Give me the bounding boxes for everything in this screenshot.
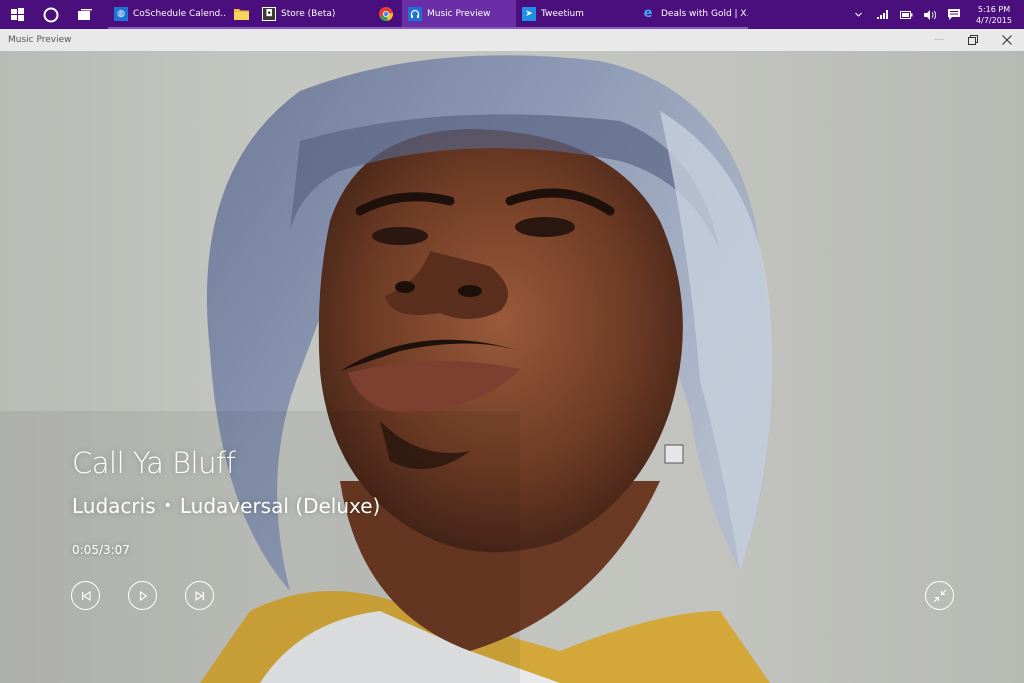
window-title: Music Preview [8,35,72,45]
clock-date: 4/7/2015 [976,15,1012,25]
taskbar: ◍ CoSchedule Calend... ◘ Store (Beta) Mu… [0,0,1024,29]
action-center-button[interactable] [942,0,966,29]
collapse-arrows-icon [933,589,946,602]
folder-icon [233,8,249,20]
next-icon [194,590,204,601]
windows-logo-icon [10,8,24,21]
song-title: Call Ya Bluff [72,446,236,480]
task-coschedule[interactable]: ◍ CoSchedule Calend... [108,0,226,29]
start-button[interactable] [0,0,34,29]
window-title-bar[interactable]: Music Preview [0,29,1024,51]
network-button[interactable] [870,0,894,29]
window-controls [922,29,1024,51]
artist-name[interactable]: Ludacris [72,494,156,518]
task-label: Deals with Gold | X... [661,8,748,19]
playback-time: 0:05/3:07 [72,543,130,557]
exit-full-screen-button[interactable] [925,581,954,610]
previous-track-button[interactable] [71,581,100,610]
show-hidden-icons-button[interactable] [846,0,870,29]
close-button[interactable] [990,29,1024,51]
tweetium-icon: ➤ [522,6,536,21]
system-tray: 5:16 PM 4/7/2015 [846,0,1024,29]
speaker-icon [924,9,936,20]
battery-icon [899,10,912,19]
close-icon [1002,35,1012,45]
previous-icon [81,590,91,601]
play-button[interactable] [128,581,157,610]
separator-dot: • [163,498,172,514]
headphones-icon [408,6,422,21]
clock[interactable]: 5:16 PM 4/7/2015 [966,4,1022,26]
chevron-up-icon [854,12,862,17]
task-label: Music Preview [427,8,491,19]
task-store[interactable]: ◘ Store (Beta) [256,0,370,29]
volume-button[interactable] [918,0,942,29]
globe-icon: ◍ [114,6,128,21]
cortana-button[interactable] [34,0,68,29]
play-icon [139,590,147,601]
task-file-explorer[interactable] [226,0,256,29]
artist-album-line: Ludacris • Ludaversal (Deluxe) [72,494,380,518]
ie-icon: e [643,6,653,21]
task-tweetium[interactable]: ➤ Tweetium [516,0,634,29]
task-label: Store (Beta) [281,8,336,19]
task-view-icon [78,9,92,20]
cortana-circle-icon [43,7,59,22]
album-name[interactable]: Ludaversal (Deluxe) [180,494,380,518]
minimize-button[interactable] [922,29,956,51]
restore-button[interactable] [956,29,990,51]
minimize-icon [934,39,944,40]
task-view-button[interactable] [68,0,102,29]
clock-time: 5:16 PM [977,4,1011,14]
task-label: CoSchedule Calend... [133,8,226,19]
now-playing-stage: Call Ya Bluff Ludacris • Ludaversal (Del… [0,51,1024,683]
task-deals-with-gold[interactable]: e Deals with Gold | X... [634,0,748,29]
chrome-icon [379,6,393,21]
next-track-button[interactable] [185,581,214,610]
signal-bars-icon [876,10,888,19]
battery-button[interactable] [894,0,918,29]
store-icon: ◘ [262,6,276,21]
notification-icon [948,9,960,20]
restore-icon [968,35,978,45]
task-label: Tweetium [541,8,584,19]
task-music-preview[interactable]: Music Preview [402,0,516,29]
task-chrome[interactable] [370,0,402,29]
